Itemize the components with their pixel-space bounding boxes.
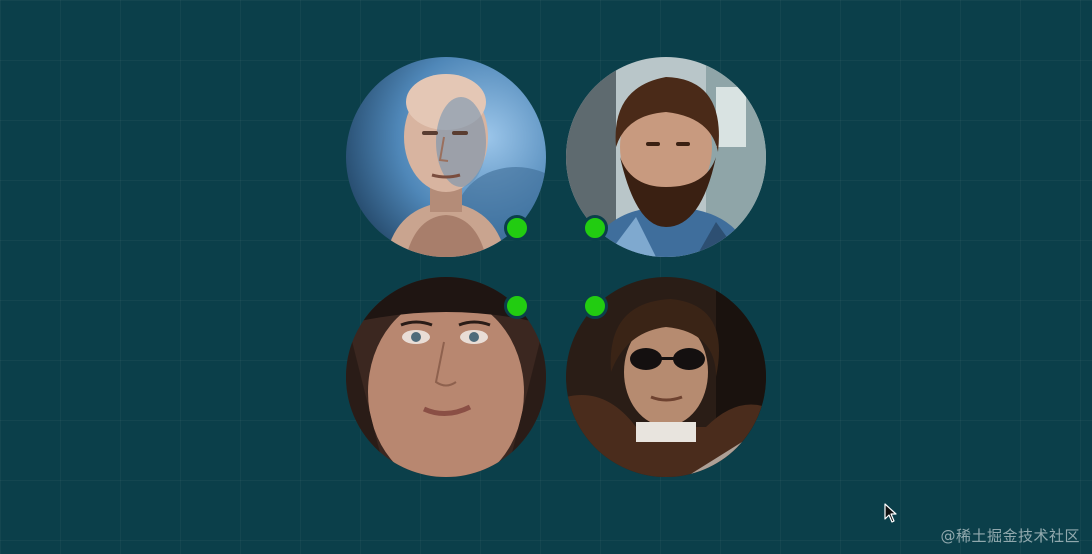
mouse-pointer-icon xyxy=(884,503,897,523)
avatar-4[interactable] xyxy=(566,277,766,477)
status-dot-online xyxy=(504,215,530,241)
avatar-2[interactable] xyxy=(566,57,766,257)
watermark: @稀土掘金技术社区 xyxy=(940,527,1080,545)
avatar-1[interactable] xyxy=(346,57,546,257)
status-dot-online xyxy=(582,293,608,319)
canvas: @稀土掘金技术社区 xyxy=(0,0,1092,554)
status-dot-online xyxy=(582,215,608,241)
status-dot-online xyxy=(504,293,530,319)
avatar-3[interactable] xyxy=(346,277,546,477)
avatar-grid xyxy=(346,57,766,477)
